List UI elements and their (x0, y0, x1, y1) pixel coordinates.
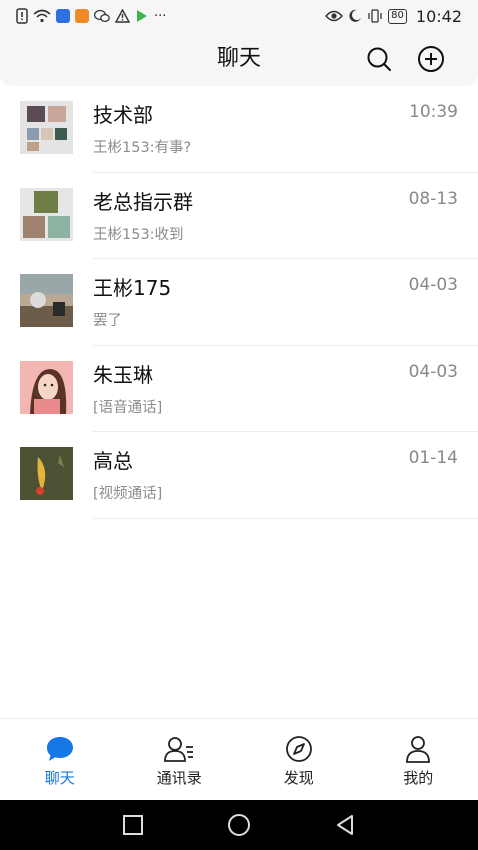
nav-label: 聊天 (44, 769, 75, 787)
person-icon (406, 736, 431, 763)
wifi-icon (33, 8, 51, 24)
chat-list: 技术部 10:39 王彬153:有事? 老总指示群 08-13 王彬153:收到 (0, 86, 478, 519)
chat-item-gaozong[interactable]: 高总 01-14 [视频通话] (0, 432, 478, 519)
chat-item-zhuyulin[interactable]: 朱玉琳 04-03 [语音通话] (0, 346, 478, 432)
chat-time: 10:39 (409, 102, 458, 122)
avatar (20, 360, 73, 414)
search-icon (367, 47, 391, 71)
vibrate-icon (367, 8, 383, 24)
chat-name: 朱玉琳 (93, 362, 153, 387)
home-icon[interactable] (227, 813, 251, 837)
more-notifications: ··· (154, 8, 167, 24)
system-nav-bar (0, 800, 478, 850)
divider (93, 517, 478, 519)
chat-name: 技术部 (93, 103, 153, 127)
moon-icon (348, 8, 362, 24)
nav-label: 发现 (283, 769, 314, 787)
chat-bubble-icon (46, 737, 73, 761)
warning-icon (115, 8, 130, 24)
chat-preview: 王彬153:收到 (93, 226, 184, 243)
chat-time: 08-13 (408, 188, 458, 209)
wechat-icon (94, 8, 110, 24)
nav-label: 通讯录 (156, 769, 202, 787)
group-avatar (20, 187, 73, 241)
battery-icon: 80 (388, 8, 407, 24)
bottom-nav: 聊天 通讯录 发现 我的 (0, 718, 478, 800)
chat-time: 01-14 (408, 448, 458, 468)
nav-item-me[interactable]: 我的 (359, 719, 478, 800)
contacts-icon (164, 737, 194, 762)
group-avatar (20, 101, 73, 154)
chat-item-boss-group[interactable]: 老总指示群 08-13 王彬153:收到 (0, 173, 478, 259)
chat-name: 老总指示群 (93, 189, 193, 214)
chat-time: 04-03 (408, 361, 458, 382)
chat-preview: 罢了 (93, 313, 122, 329)
avatar (20, 274, 73, 327)
search-button[interactable] (364, 44, 394, 74)
status-right: 80 10:42 (325, 7, 462, 26)
play-app-icon (135, 8, 149, 24)
back-icon[interactable] (334, 814, 356, 836)
compass-icon (285, 736, 312, 762)
page-title: 聊天 (216, 46, 261, 71)
status-left: ··· (16, 8, 166, 24)
chat-preview: [视频通话] (93, 486, 163, 502)
status-bar: ··· 80 10:42 (0, 0, 478, 32)
chat-preview: [语音通话] (93, 399, 163, 416)
eye-icon (325, 8, 344, 24)
video-app-icon (75, 8, 89, 24)
chat-name: 高总 (93, 449, 133, 473)
avatar (20, 447, 73, 500)
chat-name: 王彬175 (93, 276, 172, 300)
plus-circle-icon (418, 46, 444, 72)
bulb-app-icon (56, 8, 70, 24)
header: 聊天 (0, 32, 478, 86)
nav-item-contacts[interactable]: 通讯录 (120, 719, 240, 800)
recent-apps-icon[interactable] (122, 814, 144, 836)
chat-item-tech-dept[interactable]: 技术部 10:39 王彬153:有事? (0, 86, 478, 173)
status-time: 10:42 (415, 6, 462, 26)
nav-item-chat[interactable]: 聊天 (0, 719, 120, 800)
alert-icon (16, 8, 28, 24)
chat-time: 04-03 (408, 275, 458, 295)
chat-preview: 王彬153:有事? (93, 140, 192, 156)
nav-item-discover[interactable]: 发现 (239, 719, 359, 800)
add-button[interactable] (416, 44, 446, 74)
nav-label: 我的 (403, 769, 434, 787)
chat-item-wangbin175[interactable]: 王彬175 04-03 罢了 (0, 259, 478, 346)
